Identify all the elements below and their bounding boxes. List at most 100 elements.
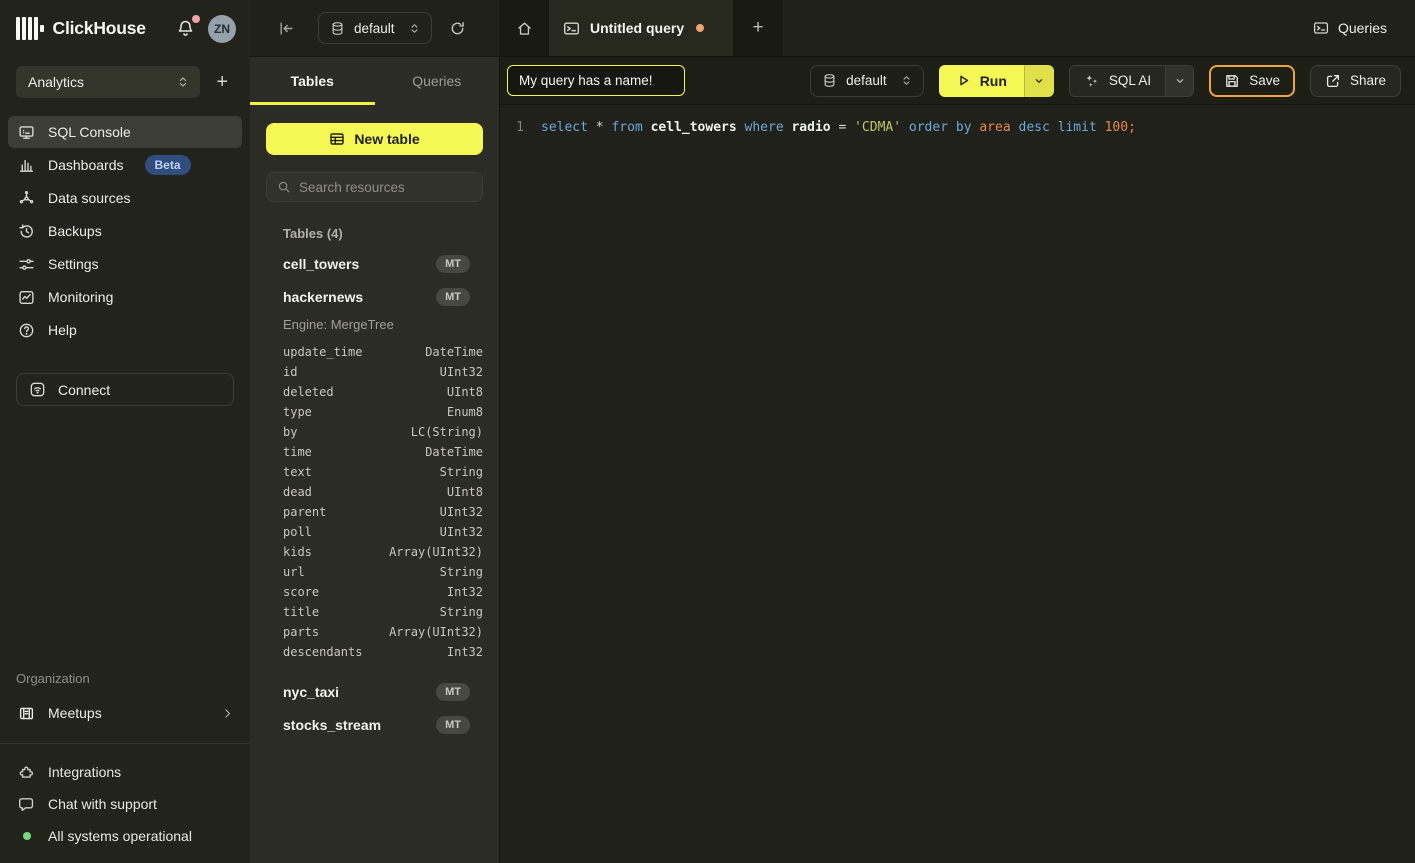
resource-explorer: Tables Queries New table Tables (4)	[250, 57, 500, 863]
sidebar-item-sql-console[interactable]: SQL Console	[8, 116, 242, 148]
database-select[interactable]: default	[810, 65, 924, 97]
column-row: descendantsInt32	[250, 642, 499, 662]
workspace-select[interactable]: Analytics	[16, 66, 200, 98]
column-row: pollUInt32	[250, 522, 499, 542]
database-icon	[822, 73, 837, 88]
engine-badge: MT	[436, 716, 470, 734]
sidebar-item-dashboards[interactable]: Dashboards Beta	[8, 149, 242, 181]
sidebar-add-button[interactable]: +	[210, 70, 234, 94]
database-select[interactable]: default	[318, 12, 432, 44]
table-name: hackernews	[283, 289, 363, 305]
run-button[interactable]: Run	[939, 65, 1024, 97]
queries-label: Queries	[1338, 20, 1387, 36]
sql-token: 'CDMA'	[854, 120, 909, 135]
query-name-input[interactable]	[507, 65, 685, 96]
collapse-sidebar-button[interactable]	[274, 16, 299, 41]
column-name: score	[283, 585, 319, 599]
table-row-stocks-stream[interactable]: stocks_stream MT	[250, 708, 499, 741]
query-tab[interactable]: Untitled query	[548, 0, 734, 56]
tab-queries-label: Queries	[412, 73, 461, 89]
engine-label: Engine: MergeTree	[250, 313, 499, 335]
share-button[interactable]: Share	[1310, 65, 1401, 97]
sidebar-item-backups[interactable]: Backups	[8, 215, 242, 247]
column-type: Array(UInt32)	[389, 545, 483, 559]
column-name: descendants	[283, 645, 362, 659]
tab-queries[interactable]: Queries	[375, 57, 500, 105]
active-tab-underline	[250, 102, 375, 105]
brand-title: ClickHouse	[53, 18, 146, 39]
puzzle-icon	[18, 764, 35, 781]
sidebar-footer: Integrations Chat with support All syste…	[0, 743, 250, 863]
sql-token: select	[541, 120, 596, 135]
data-sources-icon	[18, 190, 35, 207]
save-button[interactable]: Save	[1209, 65, 1295, 97]
column-name: kids	[283, 545, 312, 559]
chat-support-link[interactable]: Chat with support	[16, 789, 234, 819]
system-status-link[interactable]: All systems operational	[16, 821, 234, 851]
notification-dot	[192, 15, 200, 23]
table-row-hackernews[interactable]: hackernews MT	[250, 280, 499, 313]
chevron-down-icon	[1174, 75, 1186, 87]
sql-token: *	[596, 120, 612, 135]
column-type: Array(UInt32)	[389, 625, 483, 639]
query-tab-strip: Untitled query +	[500, 0, 782, 56]
refresh-icon[interactable]	[445, 16, 470, 41]
sql-token: area	[979, 120, 1018, 135]
chevron-right-icon	[221, 707, 234, 720]
sidebar-item-label: Backups	[48, 223, 102, 239]
column-name: text	[283, 465, 312, 479]
sidebar-item-meetups[interactable]: Meetups	[0, 696, 250, 730]
column-type: UInt32	[440, 505, 483, 519]
new-table-button[interactable]: New table	[266, 123, 483, 155]
editor-toolbar: default Run	[500, 57, 1415, 105]
queries-button[interactable]: Queries	[1313, 0, 1387, 56]
column-name: by	[283, 425, 297, 439]
brand-row: ClickHouse ZN	[0, 0, 250, 57]
column-row: scoreInt32	[250, 582, 499, 602]
sql-editor[interactable]: 1 select * from cell_towers where radio …	[500, 105, 1415, 863]
avatar[interactable]: ZN	[208, 15, 236, 43]
sidebar-item-monitoring[interactable]: Monitoring	[8, 281, 242, 313]
column-row: idUInt32	[250, 362, 499, 382]
column-type: Enum8	[447, 405, 483, 419]
home-button[interactable]	[500, 0, 548, 56]
column-name: dead	[283, 485, 312, 499]
table-row-nyc-taxi[interactable]: nyc_taxi MT	[250, 675, 499, 708]
topbar-left: default	[250, 0, 500, 56]
notifications-bell-icon[interactable]	[174, 17, 197, 40]
query-tab-title: Untitled query	[590, 20, 684, 36]
column-name: parts	[283, 625, 319, 639]
sql-ai-button[interactable]: SQL AI	[1070, 66, 1165, 96]
meetups-label: Meetups	[48, 705, 102, 721]
sidebar-item-label: Data sources	[48, 190, 130, 206]
status-green-dot	[23, 832, 31, 840]
column-name: type	[283, 405, 312, 419]
column-row: type Enum8	[250, 402, 499, 422]
database-select-value: default	[846, 73, 887, 88]
search-input[interactable]	[299, 180, 472, 195]
sql-ai-options-button[interactable]	[1165, 66, 1193, 96]
new-tab-button[interactable]: +	[734, 0, 782, 56]
integrations-label: Integrations	[48, 764, 121, 780]
workspace-select-value: Analytics	[28, 74, 84, 90]
tables-section-label: Tables (4)	[266, 226, 483, 241]
column-type: DateTime	[425, 345, 483, 359]
engine-badge: MT	[436, 288, 470, 306]
tab-tables[interactable]: Tables	[250, 57, 375, 105]
table-row-cell-towers[interactable]: cell_towers MT	[250, 247, 499, 280]
run-options-button[interactable]	[1024, 65, 1054, 97]
sidebar-item-help[interactable]: Help	[8, 314, 242, 346]
column-row: parts Array(UInt32)	[250, 622, 499, 642]
chevron-updown-icon	[900, 74, 913, 87]
column-name: title	[283, 605, 319, 619]
integrations-link[interactable]: Integrations	[16, 757, 234, 787]
column-row: timeDateTime	[250, 442, 499, 462]
connect-button[interactable]: Connect	[16, 373, 234, 406]
sidebar-item-settings[interactable]: Settings	[8, 248, 242, 280]
column-name: deleted	[283, 385, 334, 399]
table-icon	[329, 131, 345, 147]
beta-badge: Beta	[145, 155, 191, 175]
tab-tables-label: Tables	[291, 73, 334, 89]
sidebar-item-data-sources[interactable]: Data sources	[8, 182, 242, 214]
column-type: String	[440, 565, 483, 579]
